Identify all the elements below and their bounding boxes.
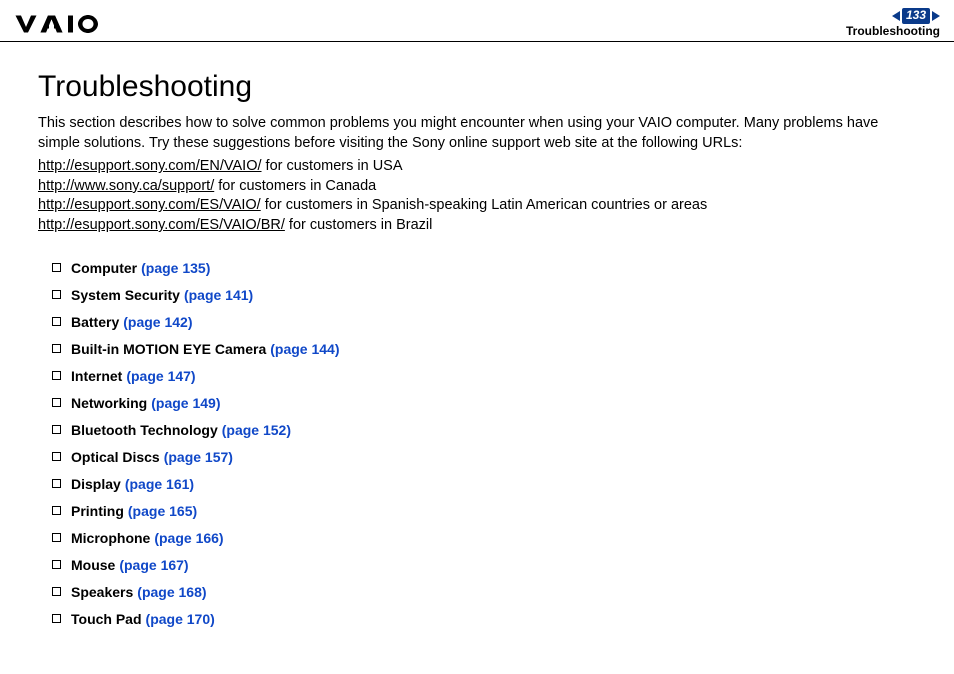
vaio-logo	[14, 14, 109, 34]
toc-page-ref[interactable]: (page 167)	[119, 557, 188, 573]
toc-item: Battery(page 142)	[52, 314, 916, 330]
toc-item: Speakers(page 168)	[52, 584, 916, 600]
toc-item: Touch Pad(page 170)	[52, 611, 916, 627]
toc-item: Computer(page 135)	[52, 260, 916, 276]
toc-item: Built-in MOTION EYE Camera(page 144)	[52, 341, 916, 357]
support-url-link[interactable]: http://esupport.sony.com/EN/VAIO/	[38, 158, 262, 174]
bullet-icon	[52, 560, 61, 569]
toc-page-ref[interactable]: (page 141)	[184, 287, 253, 303]
support-url-link[interactable]: http://www.sony.ca/support/	[38, 178, 214, 194]
bullet-icon	[52, 533, 61, 542]
toc-item: System Security(page 141)	[52, 287, 916, 303]
bullet-icon	[52, 371, 61, 380]
bullet-icon	[52, 479, 61, 488]
toc-label: Built-in MOTION EYE Camera	[71, 341, 266, 357]
toc-label: Computer	[71, 260, 137, 276]
toc-page-ref[interactable]: (page 165)	[128, 503, 197, 519]
toc-page-ref[interactable]: (page 161)	[125, 476, 194, 492]
prev-page-arrow-icon[interactable]	[892, 11, 900, 21]
intro-paragraph: This section describes how to solve comm…	[38, 114, 916, 153]
support-url-line: http://www.sony.ca/support/ for customer…	[38, 177, 916, 197]
toc-item: Bluetooth Technology(page 152)	[52, 422, 916, 438]
toc-label: Mouse	[71, 557, 115, 573]
toc-page-ref[interactable]: (page 149)	[151, 395, 220, 411]
toc-page-ref[interactable]: (page 152)	[222, 422, 291, 438]
toc-label: Display	[71, 476, 121, 492]
toc-label: Touch Pad	[71, 611, 142, 627]
toc-label: Networking	[71, 395, 147, 411]
bullet-icon	[52, 290, 61, 299]
toc-page-ref[interactable]: (page 144)	[270, 341, 339, 357]
toc-page-ref[interactable]: (page 168)	[137, 584, 206, 600]
support-url-suffix: for customers in Brazil	[285, 217, 432, 233]
support-url-link[interactable]: http://esupport.sony.com/ES/VAIO/	[38, 197, 261, 213]
support-url-suffix: for customers in USA	[262, 158, 403, 174]
toc-label: System Security	[71, 287, 180, 303]
bullet-icon	[52, 344, 61, 353]
support-url-line: http://esupport.sony.com/ES/VAIO/ for cu…	[38, 196, 916, 216]
bullet-icon	[52, 506, 61, 515]
next-page-arrow-icon[interactable]	[932, 11, 940, 21]
toc-list: Computer(page 135) System Security(page …	[52, 260, 916, 627]
toc-label: Battery	[71, 314, 119, 330]
toc-item: Printing(page 165)	[52, 503, 916, 519]
toc-item: Optical Discs(page 157)	[52, 449, 916, 465]
toc-label: Printing	[71, 503, 124, 519]
support-url-line: http://esupport.sony.com/ES/VAIO/BR/ for…	[38, 216, 916, 236]
toc-item: Microphone(page 166)	[52, 530, 916, 546]
bullet-icon	[52, 263, 61, 272]
page-number: 133	[902, 8, 930, 24]
toc-page-ref[interactable]: (page 157)	[164, 449, 233, 465]
support-url-link[interactable]: http://esupport.sony.com/ES/VAIO/BR/	[38, 217, 285, 233]
toc-label: Internet	[71, 368, 122, 384]
bullet-icon	[52, 317, 61, 326]
toc-label: Microphone	[71, 530, 150, 546]
page-title: Troubleshooting	[38, 70, 916, 104]
bullet-icon	[52, 398, 61, 407]
toc-item: Display(page 161)	[52, 476, 916, 492]
bullet-icon	[52, 425, 61, 434]
page-header: 133 Troubleshooting	[0, 0, 954, 42]
page-content: Troubleshooting This section describes h…	[0, 42, 954, 647]
support-url-line: http://esupport.sony.com/EN/VAIO/ for cu…	[38, 157, 916, 177]
toc-item: Networking(page 149)	[52, 395, 916, 411]
toc-label: Bluetooth Technology	[71, 422, 218, 438]
toc-page-ref[interactable]: (page 166)	[154, 530, 223, 546]
bullet-icon	[52, 452, 61, 461]
toc-page-ref[interactable]: (page 147)	[126, 368, 195, 384]
bullet-icon	[52, 614, 61, 623]
support-url-suffix: for customers in Spanish-speaking Latin …	[261, 197, 708, 213]
toc-item: Internet(page 147)	[52, 368, 916, 384]
toc-label: Optical Discs	[71, 449, 160, 465]
support-url-suffix: for customers in Canada	[214, 178, 376, 194]
toc-page-ref[interactable]: (page 170)	[146, 611, 215, 627]
toc-page-ref[interactable]: (page 135)	[141, 260, 210, 276]
bullet-icon	[52, 587, 61, 596]
toc-item: Mouse(page 167)	[52, 557, 916, 573]
toc-label: Speakers	[71, 584, 133, 600]
toc-page-ref[interactable]: (page 142)	[123, 314, 192, 330]
header-right: 133 Troubleshooting	[846, 8, 940, 39]
page-navigation: 133	[846, 8, 940, 24]
section-label: Troubleshooting	[846, 24, 940, 40]
